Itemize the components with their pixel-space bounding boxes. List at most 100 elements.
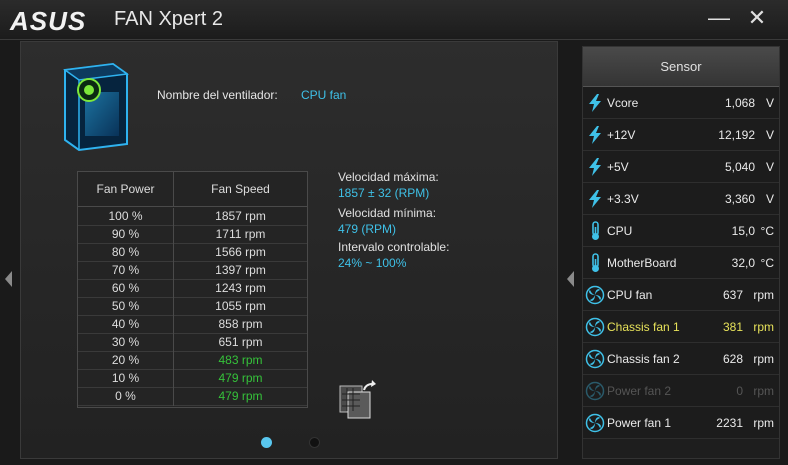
sensor-item[interactable]: Vcore 1,068 V bbox=[583, 87, 779, 119]
sensor-value: 381 bbox=[722, 320, 743, 334]
fan-detail-panel: Nombre del ventilador: CPU fan Fan Power… bbox=[20, 41, 558, 459]
fan-name-value: CPU fan bbox=[301, 88, 347, 102]
fan-icon bbox=[585, 317, 605, 337]
sensor-item[interactable]: Chassis fan 2 628 rpm bbox=[583, 343, 779, 375]
sensor-value: 15,0 bbox=[731, 224, 755, 238]
sensor-name: Power fan 1 bbox=[607, 416, 672, 430]
thermometer-icon bbox=[585, 221, 605, 241]
sensor-item[interactable]: CPU fan 637 rpm bbox=[583, 279, 779, 311]
sensor-value: 0 bbox=[736, 384, 743, 398]
fan-speed-cell: 483 rpm bbox=[218, 353, 263, 367]
sensor-value: 637 bbox=[722, 288, 743, 302]
fan-power-cell: 20 % bbox=[78, 352, 174, 370]
table-row: 10 % 479 rpm bbox=[78, 370, 307, 388]
sensor-value: 628 bbox=[722, 352, 743, 366]
sensor-header: Sensor bbox=[583, 47, 779, 87]
sensor-name: Vcore bbox=[607, 96, 639, 110]
sensor-name: CPU bbox=[607, 224, 633, 238]
fan-speed-table: Fan Power Fan Speed 100 % 1857 rpm 90 % 171… bbox=[77, 171, 308, 408]
max-speed-block: Velocidad máxima: 1857 ± 32 (RPM) bbox=[338, 170, 439, 200]
fan-power-cell: 70 % bbox=[78, 262, 174, 280]
sensor-item[interactable]: Chassis fan 1 381 rpm bbox=[583, 311, 779, 343]
sensor-value: 12,192 bbox=[718, 128, 755, 142]
sensor-name: Chassis fan 2 bbox=[607, 352, 680, 366]
sensor-list: Vcore 1,068 V +12V 12,192 V +5V 5,040 V +3.3V 3,36… bbox=[583, 87, 779, 439]
control-range-label: Intervalo controlable: bbox=[338, 240, 450, 254]
fan-speed-cell: 479 rpm bbox=[218, 371, 263, 385]
page-dot-1[interactable] bbox=[261, 437, 272, 448]
table-row: 80 % 1566 rpm bbox=[78, 244, 307, 262]
fan-power-cell: 30 % bbox=[78, 334, 174, 352]
table-row: 50 % 1055 rpm bbox=[78, 298, 307, 316]
sensor-value: 2231 bbox=[716, 416, 743, 430]
fan-power-cell: 80 % bbox=[78, 244, 174, 262]
voltage-icon bbox=[585, 189, 605, 209]
fan-power-cell: 60 % bbox=[78, 280, 174, 298]
table-rows: 100 % 1857 rpm 90 % 1711 rpm 80 % 1566 rpm 70 … bbox=[78, 208, 307, 406]
sensor-unit: rpm bbox=[753, 384, 774, 398]
table-row: 0 % 479 rpm bbox=[78, 388, 307, 406]
fan-speed-cell: 651 rpm bbox=[218, 335, 263, 349]
sensor-item[interactable]: +5V 5,040 V bbox=[583, 151, 779, 183]
page-dot-2[interactable] bbox=[309, 437, 320, 448]
sensor-value: 32,0 bbox=[731, 256, 755, 270]
voltage-icon bbox=[585, 125, 605, 145]
min-speed-label: Velocidad mínima: bbox=[338, 206, 437, 220]
min-speed-value: 479 (RPM) bbox=[338, 222, 397, 236]
sensor-unit: rpm bbox=[753, 320, 774, 334]
fan-power-cell: 40 % bbox=[78, 316, 174, 334]
sensor-value: 3,360 bbox=[724, 192, 755, 206]
sensor-name: CPU fan bbox=[607, 288, 653, 302]
fan-power-cell: 50 % bbox=[78, 298, 174, 316]
sensor-unit: rpm bbox=[753, 416, 774, 430]
sensor-unit: rpm bbox=[753, 352, 774, 366]
toggle-view-icon[interactable] bbox=[338, 378, 378, 422]
previous-page-arrow-icon[interactable] bbox=[5, 271, 12, 287]
sensor-name: +5V bbox=[607, 160, 629, 174]
fan-speed-cell: 479 rpm bbox=[218, 389, 263, 403]
fan-power-cell: 10 % bbox=[78, 370, 174, 388]
table-row: 100 % 1857 rpm bbox=[78, 208, 307, 226]
table-row: 40 % 858 rpm bbox=[78, 316, 307, 334]
sensor-item[interactable]: +12V 12,192 V bbox=[583, 119, 779, 151]
fan-speed-cell: 1397 rpm bbox=[215, 263, 266, 277]
sensor-item[interactable]: Power fan 1 2231 rpm bbox=[583, 407, 779, 439]
pc-case-icon bbox=[63, 62, 129, 152]
fan-speed-cell: 1711 rpm bbox=[215, 227, 266, 241]
fan-icon bbox=[585, 413, 605, 433]
sensor-value: 1,068 bbox=[724, 96, 755, 110]
table-row: 70 % 1397 rpm bbox=[78, 262, 307, 280]
sensor-item[interactable]: MotherBoard 32,0 °C bbox=[583, 247, 779, 279]
max-speed-label: Velocidad máxima: bbox=[338, 170, 439, 184]
sensor-unit: °C bbox=[760, 256, 774, 270]
collapse-sensor-arrow-icon[interactable] bbox=[567, 271, 574, 287]
sensor-value: 5,040 bbox=[724, 160, 755, 174]
sensor-unit: °C bbox=[760, 224, 774, 238]
table-row: 90 % 1711 rpm bbox=[78, 226, 307, 244]
sensor-item[interactable]: CPU 15,0 °C bbox=[583, 215, 779, 247]
fan-icon bbox=[585, 349, 605, 369]
fan-speed-cell: 1243 rpm bbox=[215, 281, 266, 295]
sensor-unit: V bbox=[765, 192, 774, 206]
fan-power-cell: 0 % bbox=[78, 388, 174, 406]
minimize-button[interactable]: — bbox=[704, 4, 734, 32]
sensor-unit: V bbox=[765, 96, 774, 110]
title-bar: ASUS FAN Xpert 2 — ✕ bbox=[0, 0, 788, 40]
sensor-unit: V bbox=[765, 160, 774, 174]
sensor-panel: Sensor Vcore 1,068 V +12V 12,192 V +5V 5,040 V +3… bbox=[582, 46, 780, 459]
close-button[interactable]: ✕ bbox=[742, 4, 772, 32]
fan-name-label: Nombre del ventilador: bbox=[157, 88, 278, 102]
sensor-name: Power fan 2 bbox=[607, 384, 672, 398]
fan-speed-cell: 1566 rpm bbox=[215, 245, 266, 259]
sensor-item[interactable]: +3.3V 3,360 V bbox=[583, 183, 779, 215]
fan-speed-cell: 858 rpm bbox=[218, 317, 263, 331]
fan-speed-cell: 1857 rpm bbox=[215, 209, 266, 223]
sensor-item[interactable]: Power fan 2 0 rpm bbox=[583, 375, 779, 407]
sensor-name: MotherBoard bbox=[607, 256, 677, 270]
thermometer-icon bbox=[585, 253, 605, 273]
fan-speed-cell: 1055 rpm bbox=[215, 299, 266, 313]
voltage-icon bbox=[585, 93, 605, 113]
control-range-block: Intervalo controlable: 24% ~ 100% bbox=[338, 240, 449, 270]
fan-power-cell: 100 % bbox=[78, 208, 174, 226]
fan-icon bbox=[585, 381, 605, 401]
